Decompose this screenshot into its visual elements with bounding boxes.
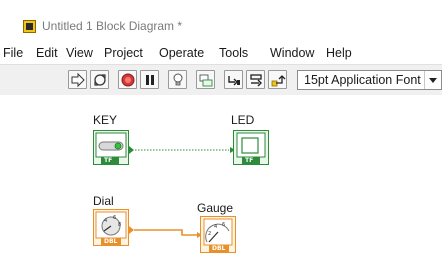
menu-operate[interactable]: Operate (159, 46, 204, 60)
step-into-button[interactable] (224, 70, 243, 89)
gauge-terminal-type: DBL (212, 245, 226, 252)
menu-view[interactable]: View (66, 46, 93, 60)
font-selector[interactable]: 15pt Application Font (297, 70, 442, 90)
menu-file[interactable]: File (3, 46, 23, 60)
key-terminal-type: TF (104, 157, 113, 164)
menu-tools[interactable]: Tools (219, 46, 248, 60)
font-selector-value: 15pt Application Font (304, 73, 421, 87)
key-label: KEY (93, 113, 118, 127)
step-over-button[interactable] (246, 70, 265, 89)
key-terminal[interactable]: TF (93, 130, 135, 169)
dial-terminal-type: DBL (104, 238, 118, 245)
svg-text:8: 8 (118, 222, 121, 228)
menu-bar: File Edit View Project Operate Tools Win… (0, 42, 442, 62)
menu-window[interactable]: Window (270, 46, 314, 60)
run-button[interactable] (68, 70, 87, 89)
svg-text:4: 4 (104, 218, 107, 224)
menu-help[interactable]: Help (326, 46, 352, 60)
dial-label: Dial (93, 194, 114, 208)
gauge-label: Gauge (197, 201, 234, 215)
abort-button[interactable] (118, 70, 137, 89)
toolbar: 15pt Application Font (0, 64, 442, 96)
svg-text:2: 2 (208, 231, 211, 237)
step-out-button[interactable] (268, 70, 287, 89)
pause-button[interactable] (140, 70, 159, 89)
svg-text:6: 6 (222, 222, 225, 228)
run-continuously-button[interactable] (90, 70, 109, 89)
chevron-down-icon[interactable] (424, 71, 441, 89)
led-terminal-type: TF (245, 157, 254, 164)
labview-app-icon (23, 20, 36, 33)
menu-project[interactable]: Project (104, 46, 143, 60)
block-diagram-canvas[interactable]: KEY TF LED TF Dial 4 6 8 DBL Gauge 2 4 6… (0, 95, 442, 256)
gauge-terminal[interactable]: 2 4 6 DBL (196, 216, 238, 257)
highlight-execution-button[interactable] (168, 70, 187, 89)
led-label: LED (231, 113, 255, 127)
menu-edit[interactable]: Edit (36, 46, 58, 60)
dial-terminal[interactable]: 4 6 8 DBL (93, 209, 135, 250)
svg-text:4: 4 (214, 224, 217, 230)
window-titlebar: Untitled 1 Block Diagram * (0, 0, 442, 42)
led-terminal[interactable]: TF (229, 130, 269, 169)
window-title: Untitled 1 Block Diagram * (42, 19, 183, 33)
svg-text:6: 6 (113, 215, 116, 221)
retain-wire-values-button[interactable] (196, 70, 215, 89)
numeric-wire (134, 229, 199, 236)
